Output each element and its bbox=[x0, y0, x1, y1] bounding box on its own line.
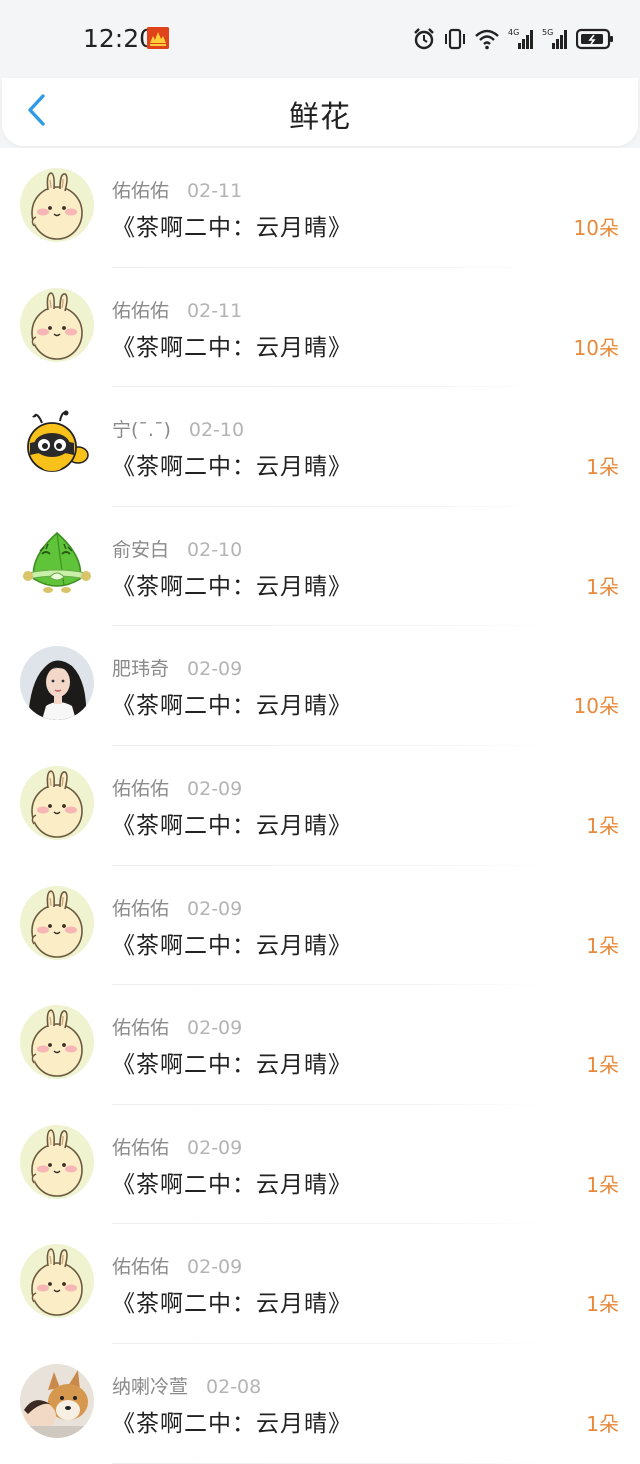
flower-count: 1朵 bbox=[586, 813, 619, 838]
flower-count: 1朵 bbox=[586, 1172, 619, 1197]
username[interactable]: 佑佑佑 bbox=[112, 778, 169, 800]
status-time: 12:20 bbox=[83, 24, 156, 53]
book-title: 《茶啊二中：云月晴》 bbox=[112, 334, 352, 361]
gift-date: 02-09 bbox=[187, 897, 243, 920]
username[interactable]: 佑佑佑 bbox=[112, 1017, 169, 1039]
username[interactable]: 宁(¯.¯) bbox=[112, 419, 171, 441]
flower-count: 1朵 bbox=[586, 933, 619, 958]
battery-icon bbox=[576, 28, 614, 50]
flower-count: 1朵 bbox=[586, 1411, 619, 1436]
list-item[interactable]: 佑佑佑 02-09 《茶啊二中：云月晴》 1朵 bbox=[0, 745, 640, 866]
book-title: 《茶啊二中：云月晴》 bbox=[112, 812, 352, 839]
username[interactable]: 佑佑佑 bbox=[112, 898, 169, 920]
gift-date: 02-09 bbox=[187, 1256, 243, 1279]
username[interactable]: 佑佑佑 bbox=[112, 1256, 169, 1278]
app-notification-icon bbox=[147, 27, 169, 49]
avatar[interactable] bbox=[20, 287, 94, 362]
list-item[interactable]: 佑佑佑 02-11 《茶啊二中：云月晴》 10朵 bbox=[0, 267, 640, 388]
book-title: 《茶啊二中：云月晴》 bbox=[112, 454, 352, 481]
avatar[interactable] bbox=[20, 1244, 94, 1319]
gift-date: 02-10 bbox=[187, 538, 243, 561]
username[interactable]: 佑佑佑 bbox=[112, 180, 169, 202]
flower-count: 10朵 bbox=[573, 216, 619, 240]
flower-count: 1朵 bbox=[586, 1292, 619, 1317]
list-item[interactable]: 肥玮奇 02-09 《茶啊二中：云月晴》 10朵 bbox=[0, 626, 640, 746]
list-item[interactable]: 俞安白 02-10 《茶啊二中：云月晴》 1朵 bbox=[0, 506, 640, 627]
list-item[interactable]: 佑佑佑 02-11 《茶啊二中：云月晴》 10朵 bbox=[0, 148, 640, 268]
book-title: 《茶啊二中：云月晴》 bbox=[112, 1171, 352, 1198]
flower-count: 10朵 bbox=[573, 694, 619, 719]
gift-date: 02-11 bbox=[187, 180, 243, 202]
list-item[interactable]: 纳喇冷萱 02-08 《茶啊二中：云月晴》 1朵 bbox=[0, 1343, 640, 1464]
book-title: 《茶啊二中：云月晴》 bbox=[112, 1291, 352, 1318]
svg-text:4G: 4G bbox=[508, 28, 519, 37]
gift-date: 02-10 bbox=[188, 419, 245, 442]
avatar[interactable] bbox=[20, 168, 94, 242]
gift-date: 02-08 bbox=[206, 1375, 262, 1398]
alarm-icon bbox=[412, 27, 436, 51]
gift-date: 02-09 bbox=[187, 1017, 243, 1040]
gift-date: 02-11 bbox=[187, 299, 243, 322]
list-item[interactable]: 宁(¯.¯) 02-10 《茶啊二中：云月晴》 1朵 bbox=[0, 387, 640, 507]
avatar[interactable] bbox=[20, 765, 94, 840]
username[interactable]: 纳喇冷萱 bbox=[112, 1376, 188, 1398]
avatar[interactable] bbox=[20, 407, 94, 482]
avatar[interactable] bbox=[20, 1124, 94, 1199]
book-title: 《茶啊二中：云月晴》 bbox=[112, 1052, 352, 1079]
top-nav-bar: 鲜花 bbox=[2, 78, 638, 146]
book-title: 《茶啊二中：云月晴》 bbox=[112, 573, 352, 600]
gift-date: 02-09 bbox=[187, 777, 243, 800]
username[interactable]: 佑佑佑 bbox=[112, 300, 169, 322]
flower-gift-list: 佑佑佑 02-11 《茶啊二中：云月晴》 10朵 佑佑佑 02-11 《茶啊二中：云… bbox=[0, 148, 640, 1464]
list-item[interactable]: 佑佑佑 02-09 《茶啊二中：云月晴》 1朵 bbox=[0, 1224, 640, 1344]
list-item[interactable]: 佑佑佑 02-09 《茶啊二中：云月晴》 1朵 bbox=[0, 985, 640, 1105]
avatar[interactable] bbox=[20, 1363, 94, 1438]
divider bbox=[112, 1462, 552, 1464]
avatar[interactable] bbox=[20, 1005, 94, 1080]
avatar[interactable] bbox=[20, 646, 94, 721]
book-title: 《茶啊二中：云月晴》 bbox=[112, 932, 352, 959]
status-icons: 4G 5G bbox=[412, 24, 614, 54]
flower-count: 10朵 bbox=[573, 335, 619, 360]
gift-date: 02-09 bbox=[187, 1136, 243, 1159]
book-title: 《茶啊二中：云月晴》 bbox=[112, 215, 352, 241]
username[interactable]: 佑佑佑 bbox=[112, 1137, 169, 1159]
signal-5g-icon: 5G bbox=[542, 27, 568, 51]
avatar[interactable] bbox=[20, 526, 94, 601]
book-title: 《茶啊二中：云月晴》 bbox=[112, 1410, 352, 1437]
svg-text:5G: 5G bbox=[542, 28, 553, 37]
status-bar: 12:20 4G 5G bbox=[0, 0, 640, 78]
gift-date: 02-09 bbox=[187, 658, 243, 681]
flower-count: 1朵 bbox=[586, 455, 619, 480]
list-item[interactable]: 佑佑佑 02-09 《茶啊二中：云月晴》 1朵 bbox=[0, 1104, 640, 1225]
page-title: 鲜花 bbox=[289, 100, 351, 135]
book-title: 《茶啊二中：云月晴》 bbox=[112, 693, 352, 720]
list-item[interactable]: 佑佑佑 02-09 《茶啊二中：云月晴》 1朵 bbox=[0, 865, 640, 986]
vibrate-icon bbox=[444, 27, 466, 51]
flower-count: 1朵 bbox=[586, 1053, 619, 1078]
flower-count: 1朵 bbox=[586, 574, 619, 599]
username[interactable]: 俞安白 bbox=[112, 539, 169, 561]
signal-4g-icon: 4G bbox=[508, 27, 534, 51]
username[interactable]: 肥玮奇 bbox=[112, 658, 169, 680]
avatar[interactable] bbox=[20, 885, 94, 960]
wifi-icon bbox=[474, 28, 500, 50]
